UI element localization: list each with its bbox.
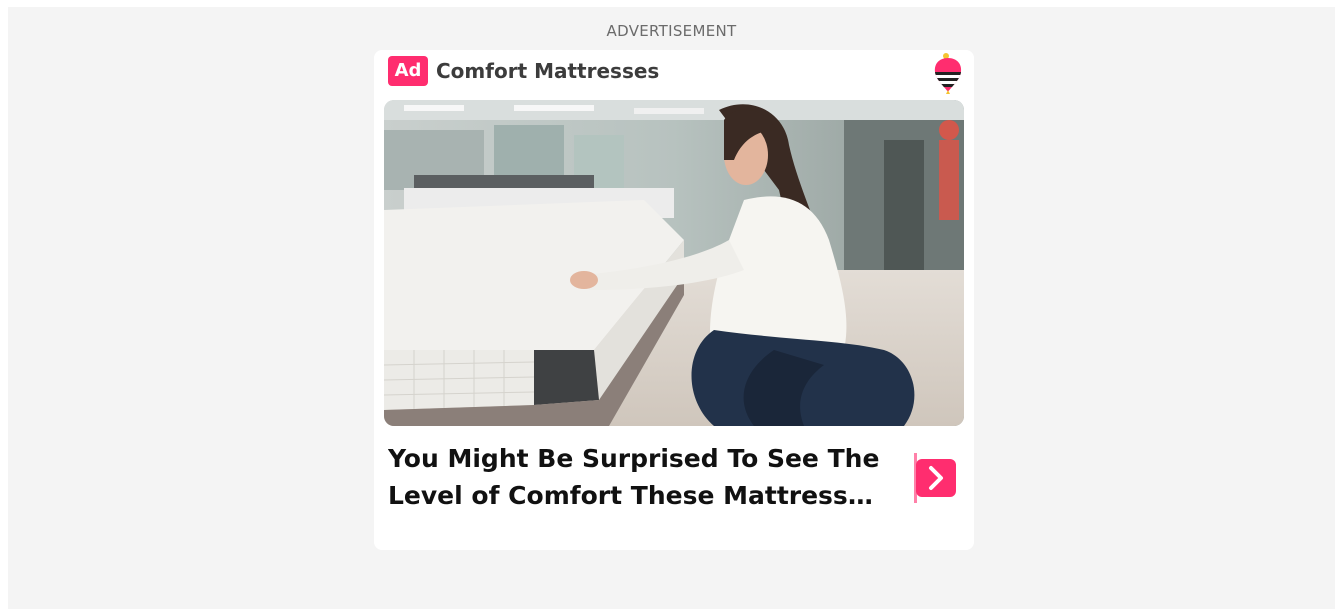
ad-badge: Ad <box>388 56 428 86</box>
chevron-right-icon[interactable] <box>914 453 956 503</box>
advertiser-name[interactable]: Comfort Mattresses <box>436 56 659 86</box>
advertisement-label: ADVERTISEMENT <box>606 22 737 40</box>
ad-card[interactable]: Ad Comfort Mattresses You Might Be Surpr… <box>374 50 974 550</box>
ad-headline[interactable]: You Might Be Surprised To See The Level … <box>388 440 888 514</box>
woman-testing-mattress-photo[interactable] <box>384 100 964 426</box>
ad-container: ADVERTISEMENT Ad Comfort Mattresses You … <box>8 7 1335 609</box>
ad-card-header: Ad Comfort Mattresses <box>388 53 962 94</box>
striped-balloon-logo-icon[interactable] <box>932 52 964 94</box>
